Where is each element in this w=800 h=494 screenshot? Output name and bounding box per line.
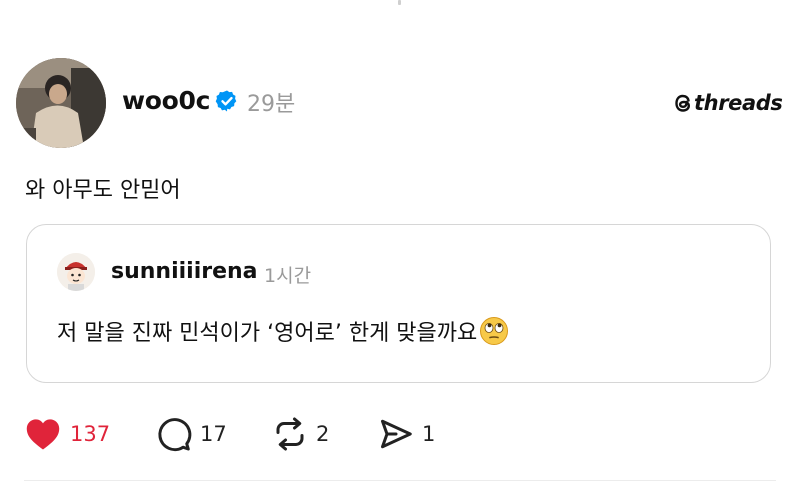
threads-wordmark: threads bbox=[694, 91, 783, 115]
quoted-time: 1시간 bbox=[264, 265, 312, 287]
avatar[interactable] bbox=[16, 58, 106, 148]
send-icon bbox=[381, 419, 412, 449]
post-username[interactable]: woo0c bbox=[122, 86, 210, 115]
share-button[interactable]: 1 bbox=[378, 414, 435, 454]
top-divider-mark bbox=[398, 0, 401, 5]
quoted-text-row: 저 말을 진짜 민석이가 ‘영어로’ 한게 맞을까요 bbox=[57, 315, 509, 347]
quoted-username[interactable]: sunniiiirena bbox=[111, 259, 258, 284]
post-time: 29분 bbox=[247, 92, 296, 117]
post-text: 와 아무도 안믿어 bbox=[25, 178, 181, 203]
verified-badge-icon bbox=[215, 90, 237, 112]
quoted-text: 저 말을 진짜 민석이가 ‘영어로’ 한게 맞을까요 bbox=[57, 321, 478, 346]
share-count: 1 bbox=[422, 422, 436, 446]
heart-icon bbox=[26, 419, 60, 450]
reply-bubble-icon bbox=[158, 418, 192, 452]
like-button[interactable]: 137 bbox=[24, 414, 110, 454]
repost-count: 2 bbox=[316, 422, 330, 446]
repost-button[interactable]: 2 bbox=[272, 414, 329, 454]
quoted-post-card[interactable]: sunniiiirena 1시간 저 말을 진짜 민석이가 ‘영어로’ 한게 맞… bbox=[26, 224, 771, 383]
avatar-photo-icon bbox=[16, 58, 106, 148]
like-count: 137 bbox=[70, 422, 111, 446]
repost-icon bbox=[276, 417, 304, 451]
reply-count: 17 bbox=[200, 422, 227, 446]
post-divider bbox=[24, 480, 776, 481]
quoted-avatar[interactable] bbox=[57, 253, 95, 291]
threads-logo[interactable]: threads bbox=[672, 89, 783, 117]
reply-button[interactable]: 17 bbox=[156, 414, 227, 454]
threads-logo-icon bbox=[675, 94, 691, 112]
quoted-avatar-icon bbox=[57, 253, 95, 291]
face-with-rolling-eyes-icon bbox=[480, 317, 509, 345]
